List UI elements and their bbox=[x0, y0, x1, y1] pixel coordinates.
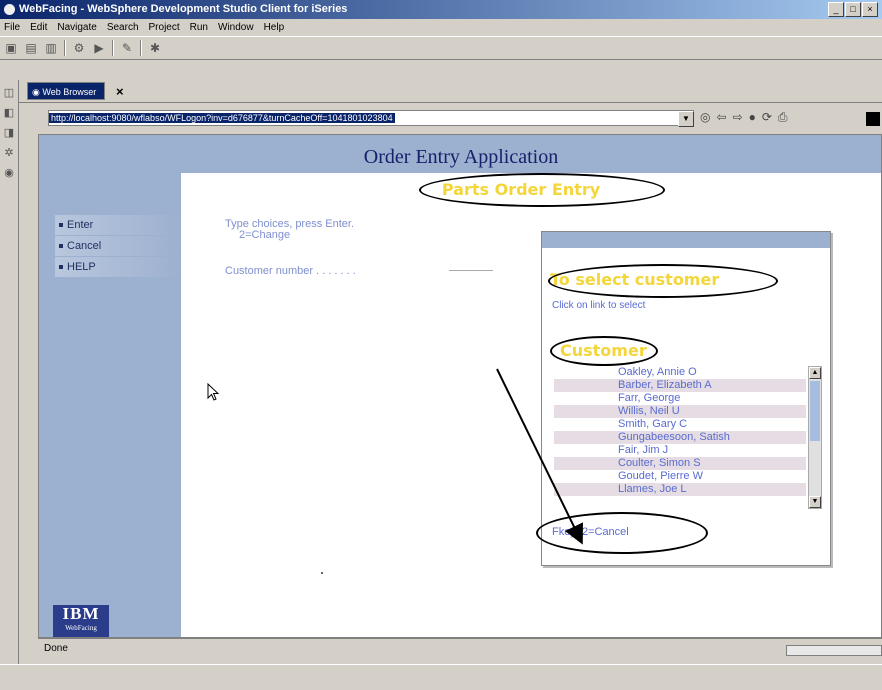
stop-icon[interactable]: ● bbox=[749, 110, 756, 125]
url-text: http://localhost:9080/wflabso/WFLogon?in… bbox=[49, 113, 395, 123]
popup-titlebar bbox=[542, 232, 830, 248]
bullet-icon bbox=[59, 244, 63, 249]
click-to-select-text: Click on link to select bbox=[552, 300, 646, 311]
command-list: Enter Cancel HELP bbox=[55, 215, 181, 278]
close-window-button[interactable]: × bbox=[862, 2, 878, 17]
customer-number-label: Customer number . . . . . . . bbox=[225, 265, 356, 277]
command-panel bbox=[39, 135, 181, 637]
window-controls: _ □ × bbox=[828, 2, 878, 17]
menu-run[interactable]: Run bbox=[190, 19, 208, 36]
menu-project[interactable]: Project bbox=[149, 19, 180, 36]
editor-tabbar bbox=[19, 80, 882, 103]
customer-list-scrollbar[interactable]: ▲ ▼ bbox=[808, 366, 822, 509]
enter-label: Enter bbox=[67, 219, 94, 231]
menubar: File Edit Navigate Search Project Run Wi… bbox=[0, 19, 882, 36]
progress-bar bbox=[786, 645, 882, 656]
customer-annotation-ellipse bbox=[550, 336, 658, 366]
print-icon[interactable]: ▥ bbox=[44, 41, 58, 55]
resource-perspective-icon[interactable]: ◨ bbox=[2, 126, 16, 140]
debug-perspective-icon[interactable]: ✲ bbox=[2, 146, 16, 160]
perspective-bar: ◫ ◧ ◨ ✲ ◉ bbox=[0, 80, 19, 689]
maximize-button[interactable]: □ bbox=[845, 2, 861, 17]
help-label: HELP bbox=[67, 261, 96, 273]
toolbar-separator bbox=[140, 40, 142, 56]
wizard-icon[interactable]: ✱ bbox=[148, 41, 162, 55]
url-dropdown-button[interactable]: ▼ bbox=[678, 111, 694, 127]
toolbar-separator bbox=[64, 40, 66, 56]
logo-webfacing-text: WebFacing bbox=[65, 624, 97, 632]
minimize-button[interactable]: _ bbox=[828, 2, 844, 17]
scroll-up-icon[interactable]: ▲ bbox=[809, 367, 821, 379]
open-perspective-icon[interactable]: ◫ bbox=[2, 86, 16, 100]
server-perspective-icon[interactable]: ◉ bbox=[2, 166, 16, 180]
logo-ibm-text: IBM bbox=[62, 604, 100, 623]
browser-nav-icons: ◎ ⇦ ⇨ ● ⟳ ⎙ bbox=[700, 110, 788, 125]
ibm-webfacing-logo: IBM WebFacing bbox=[53, 604, 109, 637]
status-bar: Done bbox=[38, 638, 882, 658]
heading-annotation-ellipse bbox=[548, 264, 778, 298]
browser-view: Order Entry Application Parts Order Entr… bbox=[38, 134, 882, 638]
scroll-thumb[interactable] bbox=[810, 381, 820, 441]
save-icon[interactable]: ▤ bbox=[24, 41, 38, 55]
run-icon[interactable]: ▶ bbox=[92, 41, 106, 55]
cancel-label: Cancel bbox=[67, 240, 102, 252]
enter-command[interactable]: Enter bbox=[55, 215, 181, 235]
mouse-pointer-icon bbox=[207, 383, 220, 401]
refresh-icon[interactable]: ⟳ bbox=[762, 110, 772, 125]
subtitle-annotation-ellipse bbox=[419, 173, 665, 207]
debug-icon[interactable]: ⚙ bbox=[72, 41, 86, 55]
workbench-status-line bbox=[0, 664, 882, 690]
forward-icon[interactable]: ⇨ bbox=[733, 110, 743, 125]
instructions: Type choices, press Enter. 2=Change bbox=[225, 219, 354, 241]
stray-dot bbox=[321, 572, 323, 574]
menu-navigate[interactable]: Navigate bbox=[57, 19, 96, 36]
url-input[interactable]: http://localhost:9080/wflabso/WFLogon?in… bbox=[48, 110, 694, 126]
search-icon[interactable]: ✎ bbox=[120, 41, 134, 55]
app-title: Order Entry Application bbox=[363, 146, 559, 168]
annotation-arrow bbox=[496, 368, 583, 545]
bullet-icon bbox=[59, 265, 63, 270]
main-toolbar: ▣ ▤ ▥ ⚙ ▶ ✎ ✱ bbox=[0, 36, 882, 60]
cancel-command[interactable]: Cancel bbox=[55, 236, 181, 256]
app-globe-icon bbox=[4, 4, 15, 15]
new-icon[interactable]: ▣ bbox=[4, 41, 18, 55]
back-icon[interactable]: ⇦ bbox=[716, 110, 726, 125]
toolbar-separator bbox=[112, 40, 114, 56]
menu-help[interactable]: Help bbox=[264, 19, 285, 36]
globe-icon: ◉ bbox=[32, 87, 43, 97]
print-page-icon[interactable]: ⎙ bbox=[778, 110, 788, 125]
tab-label: Web Browser bbox=[42, 87, 97, 97]
bullet-icon bbox=[59, 223, 63, 228]
status-text: Done bbox=[44, 643, 68, 654]
browser-activity-indicator bbox=[866, 112, 880, 126]
menu-window[interactable]: Window bbox=[218, 19, 254, 36]
customer-number-input[interactable] bbox=[449, 270, 493, 271]
webfacing-perspective-icon[interactable]: ◧ bbox=[2, 106, 16, 120]
instruction-line: 2=Change bbox=[239, 229, 291, 241]
help-command[interactable]: HELP bbox=[55, 257, 181, 277]
menu-edit[interactable]: Edit bbox=[30, 19, 47, 36]
tab-web-browser[interactable]: ◉ Web Browser × bbox=[27, 82, 124, 100]
close-tab-icon[interactable]: × bbox=[116, 83, 124, 101]
go-icon[interactable]: ◎ bbox=[700, 110, 710, 125]
menu-search[interactable]: Search bbox=[107, 19, 139, 36]
window-title: WebFacing - WebSphere Development Studio… bbox=[19, 3, 348, 15]
window-titlebar: WebFacing - WebSphere Development Studio… bbox=[0, 0, 882, 19]
menu-file[interactable]: File bbox=[4, 19, 20, 36]
scroll-down-icon[interactable]: ▼ bbox=[809, 496, 821, 508]
